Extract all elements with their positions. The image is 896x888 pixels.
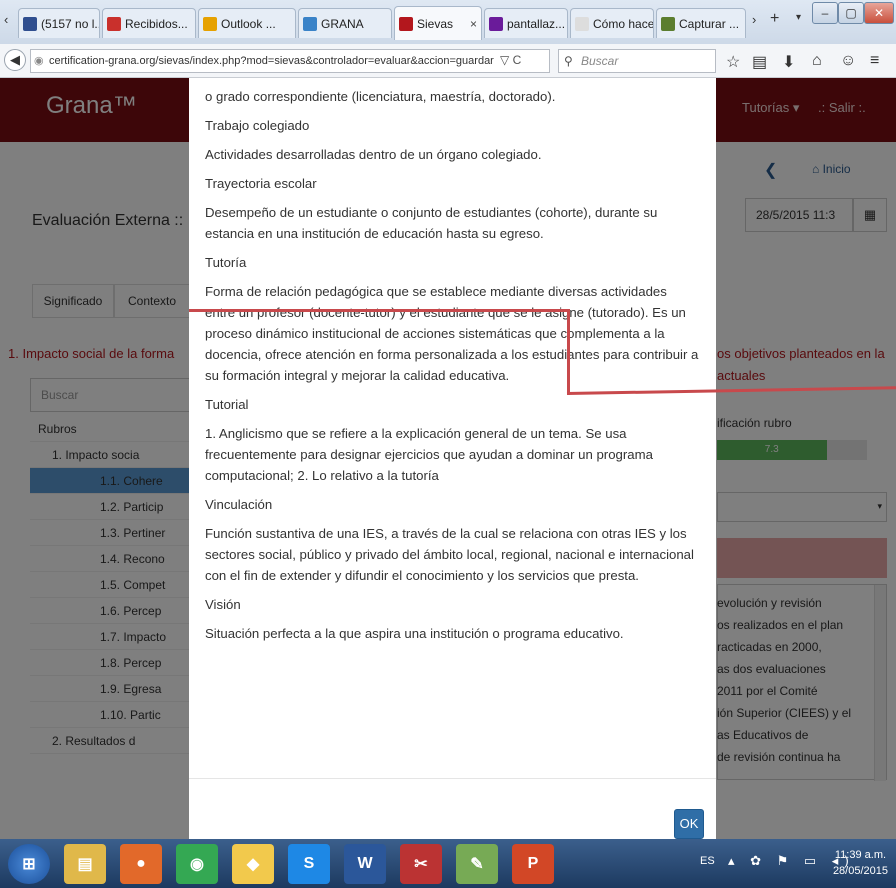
taskbar-clock[interactable]: 11:39 a.m. 28/05/2015 <box>833 847 888 879</box>
search-icon: ⚲ <box>564 54 573 68</box>
close-tab-icon[interactable]: × <box>470 17 477 31</box>
globe-icon: ◉ <box>34 55 44 67</box>
modal-footer: OK <box>189 778 716 839</box>
home-icon[interactable]: ⌂ <box>812 52 822 70</box>
tab-favicon-icon <box>203 16 217 31</box>
chrome-icon[interactable]: ◉ <box>176 844 218 884</box>
reload-icon[interactable]: ▽ C <box>500 53 521 67</box>
glossary-definition: Situación perfecta a la que aspira una i… <box>205 626 624 641</box>
browser-tab[interactable]: (5157 no l... <box>18 8 100 38</box>
annotation-line <box>189 309 567 312</box>
glossary-definition: Función sustantiva de una IES, a través … <box>205 526 694 583</box>
glossary-definition: Desempeño de un estudiante o conjunto de… <box>205 205 658 241</box>
download-icon[interactable]: ⬇ <box>782 52 795 72</box>
tab-label: Outlook ... <box>221 16 276 31</box>
tab-favicon-icon <box>399 16 413 31</box>
glossary-definition: 1. Anglicismo que se refiere a la explic… <box>205 426 653 483</box>
tab-favicon-icon <box>661 16 675 31</box>
tab-favicon-icon <box>107 16 121 31</box>
clock-time: 11:39 a.m. <box>834 849 887 861</box>
language-indicator[interactable]: ES <box>700 855 715 867</box>
reading-list-icon[interactable]: ▤ <box>752 52 767 72</box>
annotation-vertical-line <box>567 309 570 395</box>
url-input[interactable]: ◉ certification-grana.org/sievas/index.p… <box>30 49 550 73</box>
back-button[interactable]: ◀ <box>4 49 26 71</box>
browser-tab-bar: ‹ (5157 no l... Recibidos... Outlook ... GR… <box>0 0 896 44</box>
tab-favicon-icon <box>575 16 589 31</box>
explorer-icon[interactable]: ▤ <box>64 844 106 884</box>
tab-scroll-right[interactable]: › <box>752 12 756 27</box>
browser-tab[interactable]: Recibidos... <box>102 8 196 38</box>
browser-tab[interactable]: Sievas × <box>394 6 482 40</box>
folder-icon[interactable]: ◆ <box>232 844 274 884</box>
word-icon[interactable]: W <box>344 844 386 884</box>
tab-favicon-icon <box>23 16 37 31</box>
glossary-term: Visión <box>205 597 241 612</box>
tab-label: pantallaz... <box>507 16 566 31</box>
glossary-term: Tutorial <box>205 397 249 412</box>
firefox-icon[interactable]: ● <box>120 844 162 884</box>
maximize-button[interactable]: ▢ <box>838 2 864 24</box>
glossary-definition: Actividades desarrolladas dentro de un ó… <box>205 147 542 162</box>
ok-button[interactable]: OK <box>674 809 704 839</box>
tab-label: Sievas <box>417 16 454 31</box>
tab-label: GRANA <box>321 16 364 31</box>
tab-list-button[interactable]: ▾ <box>796 12 801 23</box>
close-window-button[interactable]: ✕ <box>864 2 894 24</box>
browser-search-input[interactable]: ⚲ Buscar <box>558 49 716 73</box>
new-tab-button[interactable]: + <box>770 10 779 28</box>
skype-icon[interactable]: S <box>288 844 330 884</box>
glossary-term: Vinculación <box>205 497 273 512</box>
pocket-icon[interactable]: ☺ <box>840 52 856 70</box>
glossary-modal: o grado correspondiente (licenciatura, m… <box>189 78 716 839</box>
glossary-term: Tutoría <box>205 255 247 270</box>
tab-favicon-icon <box>489 16 503 31</box>
tab-label: Recibidos... <box>125 16 188 31</box>
powerpoint-icon[interactable]: P <box>512 844 554 884</box>
minimize-button[interactable]: – <box>812 2 838 24</box>
browser-tab[interactable]: Outlook ... <box>198 8 296 38</box>
browser-nav-bar: ◀ ◉ certification-grana.org/sievas/index… <box>0 44 896 78</box>
paint-icon[interactable]: ✎ <box>456 844 498 884</box>
tab-scroll-left[interactable]: ‹ <box>4 12 8 27</box>
browser-tab[interactable]: GRANA <box>298 8 392 38</box>
windows-icon[interactable]: ⊞ <box>8 844 50 884</box>
glossary-definition: o grado correspondiente (licenciatura, m… <box>205 89 556 104</box>
browser-tab[interactable]: Capturar ... <box>656 8 746 38</box>
tab-label: Cómo hacer ... <box>593 16 654 31</box>
clock-date: 28/05/2015 <box>832 865 888 877</box>
glossary-term: Trabajo colegiado <box>205 118 310 133</box>
tab-favicon-icon <box>303 16 317 31</box>
browser-tab[interactable]: Cómo hacer ... <box>570 8 654 38</box>
glossary-definition: Forma de relación pedagógica que se esta… <box>205 284 699 383</box>
menu-icon[interactable]: ≡ <box>870 52 879 70</box>
tab-label: Capturar ... <box>679 16 740 31</box>
snip-icon[interactable]: ✂ <box>400 844 442 884</box>
bookmark-star-icon[interactable]: ☆ <box>726 52 740 72</box>
glossary-body: o grado correspondiente (licenciatura, m… <box>205 86 700 652</box>
tab-label: (5157 no l... <box>41 16 100 31</box>
browser-tab[interactable]: pantallaz... <box>484 8 568 38</box>
glossary-term: Trayectoria escolar <box>205 176 317 191</box>
windows-taskbar: ⊞ ▤ ● ◉ ◆ S W ✂ ✎ P ES ▴ ✿ ⚑ ▭ ◂) 11:39 a.m. 28/0… <box>0 839 896 888</box>
